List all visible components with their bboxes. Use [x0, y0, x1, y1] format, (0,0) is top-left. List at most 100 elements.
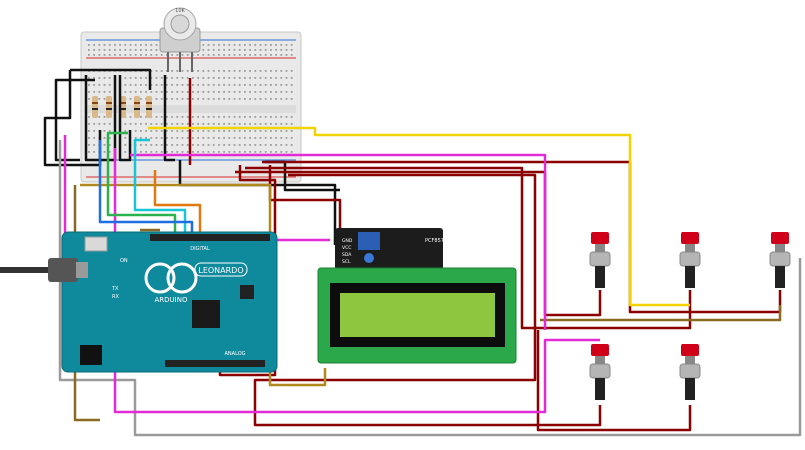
breadboard-hole: [249, 123, 251, 125]
breadboard-hole: [155, 98, 158, 100]
breadboard-hole: [249, 44, 251, 46]
breadboard-hole: [285, 84, 288, 86]
breadboard-hole: [259, 98, 262, 100]
breadboard-hole: [150, 151, 153, 153]
breadboard-hole: [280, 70, 283, 72]
breadboard-hole: [145, 49, 147, 51]
potentiometer-label: 10K: [175, 8, 185, 14]
breadboard-hole: [202, 77, 205, 79]
breadboard-hole: [290, 98, 293, 100]
breadboard-hole: [145, 130, 147, 132]
breadboard-hole: [140, 44, 142, 46]
breadboard-hole: [223, 123, 225, 125]
breadboard-hole: [264, 98, 267, 100]
breadboard-hole: [270, 70, 272, 72]
push-button[interactable]: [589, 344, 611, 400]
breadboard-hole: [238, 49, 241, 51]
breadboard-hole: [155, 91, 158, 93]
breadboard-hole: [124, 49, 127, 51]
breadboard-hole: [160, 84, 163, 86]
breadboard-hole: [264, 137, 267, 139]
breadboard-hole: [244, 44, 246, 46]
breadboard-hole: [171, 91, 173, 93]
breadboard-hole: [202, 116, 205, 118]
breadboard-hole: [186, 54, 189, 56]
breadboard-hole: [160, 130, 163, 132]
breadboard-hole: [129, 77, 132, 79]
breadboard-hole: [93, 49, 95, 51]
breadboard-hole: [155, 151, 158, 153]
breadboard-hole: [223, 77, 225, 79]
breadboard-hole: [218, 130, 220, 132]
breadboard-hole: [233, 151, 236, 153]
breadboard-hole: [129, 84, 132, 86]
breadboard-hole: [207, 130, 210, 132]
breadboard-hole: [290, 77, 293, 79]
breadboard-hole: [275, 144, 277, 146]
breadboard-hole: [249, 151, 251, 153]
breadboard-hole: [275, 84, 277, 86]
breadboard-hole: [181, 77, 184, 79]
breadboard-hole: [223, 130, 225, 132]
breadboard-hole: [202, 98, 205, 100]
breadboard-hole: [212, 151, 215, 153]
breadboard-hole: [134, 54, 137, 56]
breadboard-hole: [155, 49, 158, 51]
breadboard-hole: [207, 98, 210, 100]
breadboard-hole: [103, 116, 106, 118]
breadboard-hole: [192, 116, 194, 118]
breadboard-hole: [270, 123, 272, 125]
breadboard-hole: [186, 116, 189, 118]
breadboard-hole: [244, 130, 246, 132]
push-button[interactable]: [679, 232, 701, 288]
push-button[interactable]: [769, 232, 791, 288]
breadboard-hole: [280, 49, 283, 51]
breadboard-hole: [160, 123, 163, 125]
breadboard-hole: [176, 77, 179, 79]
breadboard-hole: [244, 49, 246, 51]
breadboard-hole: [228, 77, 231, 79]
breadboard-hole: [285, 123, 288, 125]
breadboard-hole: [270, 144, 272, 146]
breadboard-hole: [280, 91, 283, 93]
breadboard-hole: [218, 137, 220, 139]
breadboard-hole: [249, 54, 251, 56]
breadboard-hole: [88, 84, 90, 86]
push-button[interactable]: [679, 344, 701, 400]
breadboard-hole: [145, 123, 147, 125]
breadboard-hole: [290, 151, 293, 153]
breadboard-hole: [150, 144, 153, 146]
breadboard-hole: [218, 70, 220, 72]
breadboard-hole: [119, 44, 121, 46]
breadboard-hole: [134, 91, 137, 93]
breadboard-hole: [249, 70, 251, 72]
breadboard-hole: [228, 91, 231, 93]
breadboard-hole: [238, 151, 241, 153]
breadboard-hole: [280, 44, 283, 46]
rx-label: RX: [112, 294, 119, 300]
breadboard-hole: [171, 84, 173, 86]
breadboard-hole: [218, 144, 220, 146]
push-button[interactable]: [589, 232, 611, 288]
breadboard-hole: [249, 130, 251, 132]
breadboard-hole: [103, 54, 106, 56]
breadboard-hole: [212, 116, 215, 118]
breadboard-hole: [98, 44, 101, 46]
breadboard-hole: [166, 77, 168, 79]
breadboard-hole: [181, 91, 184, 93]
breadboard-hole: [166, 123, 168, 125]
breadboard-hole: [197, 137, 199, 139]
breadboard-hole: [270, 49, 272, 51]
breadboard-hole: [186, 91, 189, 93]
breadboard-hole: [145, 84, 147, 86]
breadboard-hole: [98, 54, 101, 56]
on-label: ON: [120, 258, 128, 264]
arduino-model: LEONARDO: [198, 266, 243, 275]
breadboard-hole: [233, 137, 236, 139]
breadboard-hole: [129, 116, 132, 118]
breadboard-hole: [207, 44, 210, 46]
breadboard-hole: [197, 84, 199, 86]
breadboard-hole: [129, 54, 132, 56]
breadboard-hole: [155, 77, 158, 79]
breadboard-hole: [155, 116, 158, 118]
